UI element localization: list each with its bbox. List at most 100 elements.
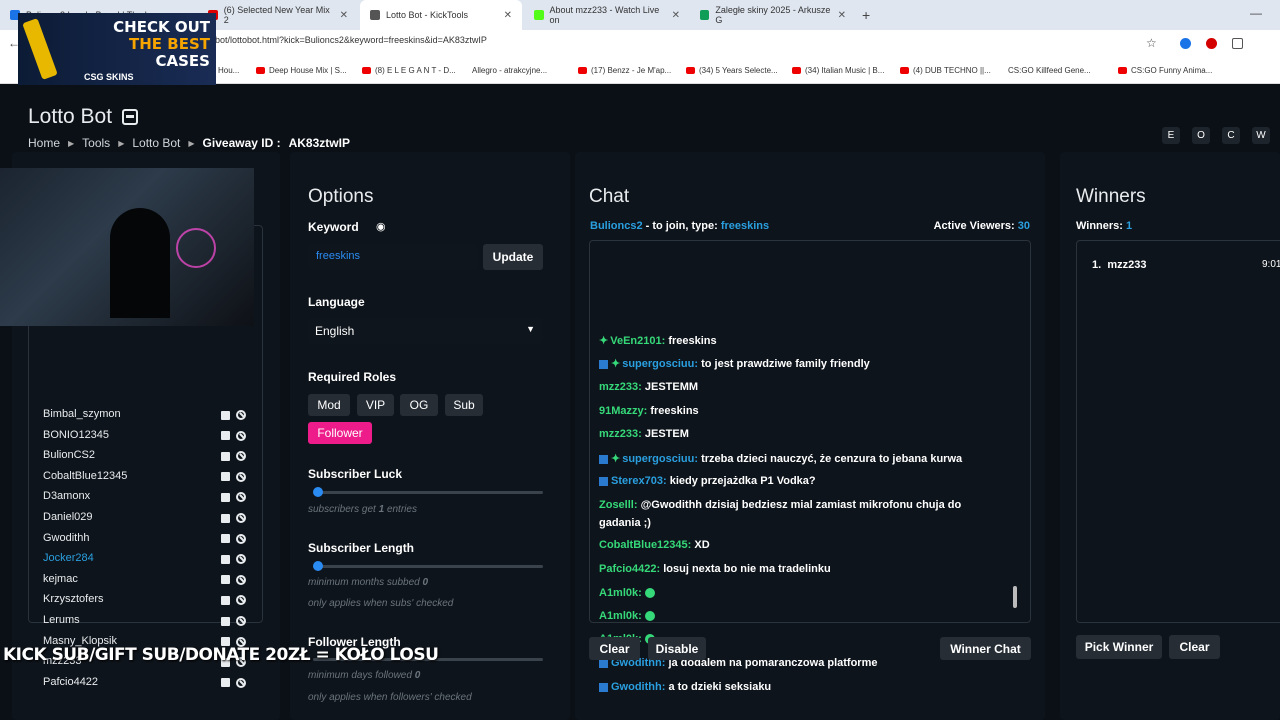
- chat-disable-button[interactable]: Disable: [648, 637, 706, 660]
- remove-user-icon[interactable]: [221, 554, 230, 564]
- close-icon[interactable]: ✕: [340, 10, 348, 21]
- remove-user-icon[interactable]: [221, 492, 230, 502]
- bookmark[interactable]: (4) DUB TECHNO ||...: [900, 66, 991, 75]
- close-icon[interactable]: ✕: [838, 10, 846, 21]
- ban-icon[interactable]: [236, 513, 246, 523]
- chat-message: ✦ supergosciuu: to jest prawdziwe family …: [599, 357, 870, 370]
- winners-title: Winners: [1076, 186, 1146, 207]
- slider-handle[interactable]: [313, 561, 323, 571]
- bookmark[interactable]: (34) 5 Years Selecte...: [686, 66, 778, 75]
- bookmark[interactable]: (34) Italian Music | B...: [792, 66, 884, 75]
- browser-tab[interactable]: Zaległe skiny 2025 - Arkusze G ✕: [690, 0, 856, 30]
- bookmark[interactable]: Deep House Mix | S...: [256, 66, 347, 75]
- ban-icon[interactable]: [236, 451, 246, 462]
- bookmark[interactable]: Hou...: [218, 66, 239, 75]
- chat-clear-button[interactable]: Clear: [589, 637, 640, 660]
- role-mod-button[interactable]: Mod: [308, 394, 350, 416]
- star-icon[interactable]: ☆: [1146, 36, 1157, 50]
- slider-handle[interactable]: [313, 487, 323, 497]
- puzzle-icon[interactable]: [1232, 38, 1243, 49]
- new-tab-button[interactable]: +: [862, 7, 870, 23]
- close-icon[interactable]: ✕: [672, 10, 680, 21]
- bookmark[interactable]: (17) Benzz - Je M'ap...: [578, 66, 671, 75]
- extension-icon[interactable]: [1180, 38, 1191, 49]
- browser-tab[interactable]: About mzz233 - Watch Live on ✕: [524, 0, 690, 30]
- chat-username: Sterex703:: [611, 475, 667, 487]
- user-list-item[interactable]: Jocker284: [43, 552, 94, 564]
- user-list-item[interactable]: Bimbal_szymon: [43, 408, 121, 420]
- subscriber-luck-slider[interactable]: [313, 487, 543, 497]
- bookmark[interactable]: CS:GO Killfeed Gene...: [1008, 66, 1091, 75]
- breadcrumb-lotto-bot[interactable]: Lotto Bot: [132, 136, 180, 150]
- remove-user-icon[interactable]: [221, 575, 230, 585]
- ban-icon[interactable]: [236, 554, 246, 565]
- bookmark[interactable]: Allegro - atrakcyjne...: [472, 66, 547, 75]
- join-instructions: Bulioncs2 - to join, type: freeskins: [590, 220, 770, 232]
- user-list-item[interactable]: Pafcio4422: [43, 676, 98, 688]
- user-list-item[interactable]: CobaltBlue12345: [43, 470, 127, 482]
- role-og-button[interactable]: OG: [400, 394, 438, 416]
- minimize-button[interactable]: —: [1250, 6, 1262, 20]
- ban-icon[interactable]: [236, 677, 246, 688]
- bookmark[interactable]: (8) E L E G A N T - D...: [362, 66, 456, 75]
- role-sub-button[interactable]: Sub: [445, 394, 483, 416]
- user-list-item[interactable]: Krzysztofers: [43, 593, 104, 605]
- chat-text: a to dzieki seksiaku: [668, 681, 772, 693]
- user-list-item[interactable]: Daniel029: [43, 511, 93, 523]
- toggle-c-button[interactable]: C: [1222, 127, 1240, 144]
- chat-message: Pafcio4422: losuj nexta bo nie ma tradel…: [599, 563, 831, 575]
- remove-user-icon[interactable]: [221, 595, 230, 605]
- chat-text: @Gwodithh dzisiaj bedziesz mial zamiast …: [640, 499, 962, 511]
- subscriber-length-slider[interactable]: [313, 561, 543, 571]
- url-field[interactable]: bot/lottobot.html?kick=Bulioncs2&keyword…: [215, 35, 487, 45]
- chat-message: Sterex703: kiedy przejażdka P1 Vodka?: [599, 475, 816, 487]
- user-list-item[interactable]: kejmac: [43, 573, 78, 585]
- remove-user-icon[interactable]: [221, 534, 230, 544]
- close-icon[interactable]: ✕: [504, 10, 512, 21]
- youtube-icon: [792, 67, 801, 74]
- user-list-item[interactable]: Lerums: [43, 614, 80, 626]
- breadcrumb-home[interactable]: Home: [28, 136, 60, 150]
- ban-icon[interactable]: [236, 533, 246, 544]
- browser-tab-active[interactable]: Lotto Bot - KickTools ✕: [360, 0, 522, 30]
- toggle-w-button[interactable]: W: [1252, 127, 1270, 144]
- extension-icon[interactable]: [1206, 38, 1217, 49]
- winners-clear-button[interactable]: Clear: [1169, 635, 1220, 659]
- active-viewers: Active Viewers: 30: [933, 220, 1030, 232]
- update-button[interactable]: Update: [483, 244, 543, 270]
- ban-icon[interactable]: [236, 595, 246, 606]
- bookmark[interactable]: CS:GO Funny Anima...: [1118, 66, 1212, 75]
- language-select[interactable]: English ▼: [308, 318, 543, 344]
- remove-user-icon[interactable]: [221, 513, 230, 523]
- ban-icon[interactable]: [236, 492, 246, 503]
- chat-scrollbar[interactable]: [1013, 586, 1017, 608]
- remove-user-icon[interactable]: [221, 431, 230, 441]
- role-follower-button[interactable]: Follower: [308, 422, 372, 444]
- pick-winner-button[interactable]: Pick Winner: [1076, 635, 1162, 659]
- user-list-item[interactable]: Gwodithh: [43, 532, 89, 544]
- ban-icon[interactable]: [236, 430, 246, 441]
- knife-icon: [22, 18, 58, 80]
- remove-user-icon[interactable]: [221, 472, 230, 482]
- user-list-item[interactable]: BulionCS2: [43, 449, 95, 461]
- remove-user-icon[interactable]: [221, 410, 230, 420]
- toggle-e-button[interactable]: E: [1162, 127, 1180, 144]
- eye-icon[interactable]: ◉: [376, 220, 386, 233]
- ban-icon[interactable]: [236, 616, 246, 626]
- ban-icon[interactable]: [236, 471, 246, 482]
- user-list-item[interactable]: D3amonx: [43, 490, 90, 502]
- remove-user-icon[interactable]: [221, 678, 230, 688]
- ban-icon[interactable]: [236, 574, 246, 585]
- ban-icon[interactable]: [236, 410, 246, 420]
- browser-tab[interactable]: (6) Selected New Year Mix 2 ✕: [198, 0, 358, 30]
- chat-message: mzz233: JESTEMM: [599, 381, 698, 393]
- breadcrumb-tools[interactable]: Tools: [82, 136, 110, 150]
- keyword-input[interactable]: freeskins: [308, 244, 478, 270]
- winner-chat-button[interactable]: Winner Chat: [940, 637, 1031, 660]
- chat-text: freeskins: [668, 335, 717, 347]
- remove-user-icon[interactable]: [221, 616, 230, 626]
- user-list-item[interactable]: BONIO12345: [43, 429, 109, 441]
- toggle-o-button[interactable]: O: [1192, 127, 1210, 144]
- remove-user-icon[interactable]: [221, 451, 230, 461]
- role-vip-button[interactable]: VIP: [357, 394, 394, 416]
